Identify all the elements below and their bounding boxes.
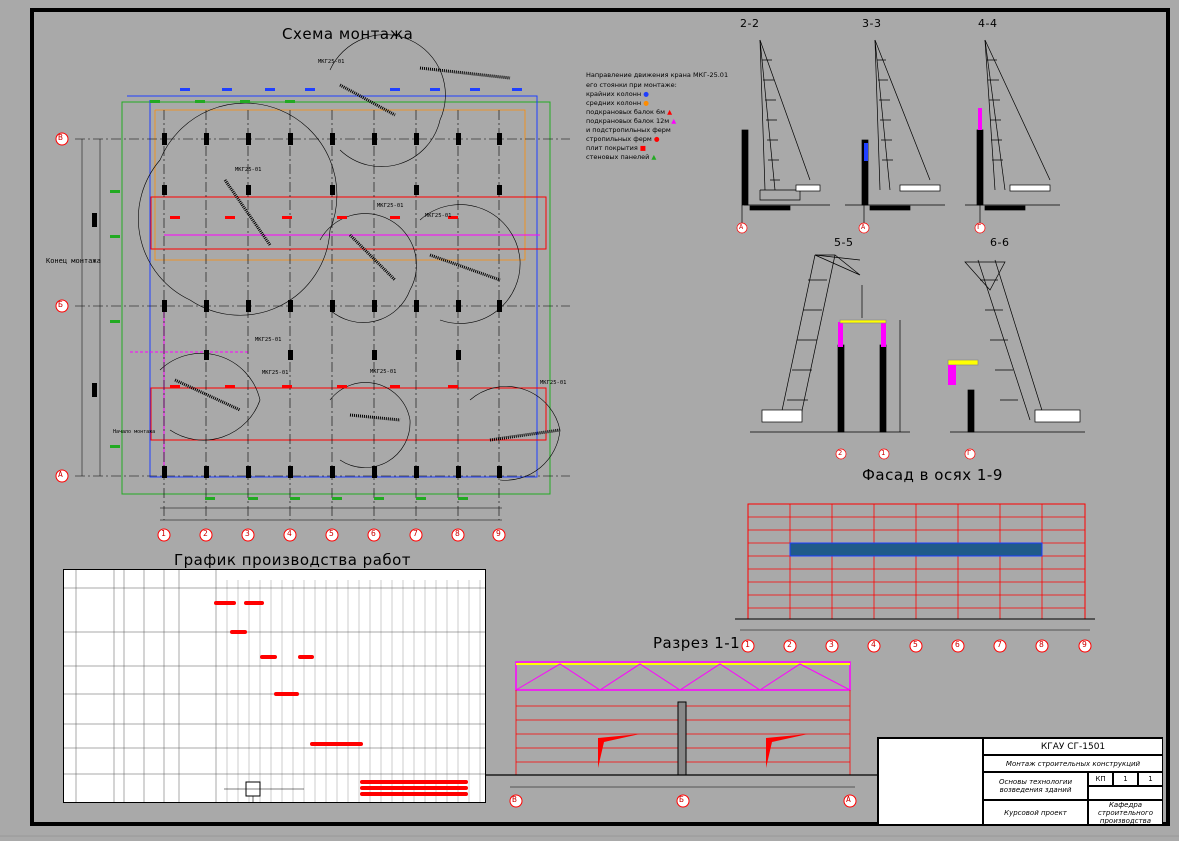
axis-label: 5 (913, 640, 918, 649)
section-5-title: 5-5 (834, 236, 854, 249)
legend-item: средних колонн ● (586, 99, 649, 107)
title-block: КГАУ СГ-1501 Монтаж строительных констру… (877, 737, 1163, 826)
crane-label: МКГ25-01 (425, 213, 452, 219)
title-block-description: Основы технологии возведения зданий (983, 772, 1088, 800)
title-block-signatures (878, 738, 983, 825)
sections-top (736, 39, 1060, 234)
title-block-stage: КП (1088, 772, 1113, 786)
axis-label: Б (679, 795, 684, 804)
facade-title: Фасад в осях 1-9 (862, 466, 1003, 484)
axis-label: А (861, 223, 866, 231)
axis-label: Г (967, 449, 972, 457)
axis-label: 4 (871, 640, 876, 649)
work-schedule-table (63, 569, 486, 803)
axis-label: Б (58, 300, 63, 309)
crane-label: МКГ25-01 (370, 369, 397, 375)
axis-label: 7 (997, 640, 1002, 649)
legend-item: и подстропильных ферм (586, 126, 671, 134)
mounting-plan: МКГ25-01 МКГ25-01 МКГ25-01 МКГ25-01 МКГ2… (55, 34, 570, 542)
axis-label: 5 (329, 529, 334, 538)
title-block-sheet: 1 (1113, 772, 1138, 786)
axis-label: 1 (881, 449, 886, 457)
facade-drawing (735, 503, 1095, 653)
axis-label: 4 (287, 529, 292, 538)
axis-label: 6 (371, 529, 376, 538)
legend-item: подкрановых балок 6м ▲ (586, 108, 673, 116)
legend-item: плит покрытия ■ (586, 144, 647, 152)
legend-item: стропильных ферм ● (586, 135, 660, 143)
axis-label: 9 (496, 529, 501, 538)
legend-heading: Направление движения крана МКГ-25.01 (586, 71, 729, 79)
axis-label: 9 (1082, 640, 1087, 649)
cut-drawing (485, 661, 880, 808)
start-of-mounting-label: Начало монтажа (113, 429, 156, 435)
crane-label: МКГ25-01 (540, 380, 567, 386)
axis-label: 2 (203, 529, 208, 538)
section-3-title: 3-3 (862, 17, 882, 30)
sections-middle (750, 254, 1085, 460)
axis-label: 2 (787, 640, 792, 649)
crane-label: МКГ25-01 (235, 167, 262, 173)
title-block-empty (1088, 786, 1163, 800)
section-2-title: 2-2 (740, 17, 760, 30)
axis-label: А (739, 223, 744, 231)
axis-label: 1 (161, 529, 166, 538)
title-block-sheets: 1 (1138, 772, 1163, 786)
section-6-title: 6-6 (990, 236, 1010, 249)
axis-label: 2 (838, 449, 843, 457)
axis-label: 8 (455, 529, 460, 538)
schedule-grid (64, 570, 485, 802)
cut-title: Разрез 1-1 (653, 634, 741, 652)
axis-label: 7 (413, 529, 418, 538)
title-block-project: Монтаж строительных конструкций (983, 755, 1163, 772)
legend-item: крайних колонн ● (586, 90, 649, 98)
crane-label: МКГ25-01 (377, 203, 404, 209)
crane-label: МКГ25-01 (318, 59, 345, 65)
mounting-scheme-title: Схема монтажа (282, 25, 414, 43)
axis-label: В (512, 795, 517, 804)
axis-label: В (58, 133, 63, 142)
section-4-title: 4-4 (978, 17, 998, 30)
crane-label: МКГ25-01 (262, 370, 289, 376)
axis-label: А (58, 470, 63, 479)
legend-subheading: его стоянки при монтаже: (586, 81, 677, 89)
end-of-mounting-label: Конец монтажа (46, 257, 101, 265)
axis-label: 3 (829, 640, 834, 649)
crane-label: МКГ25-01 (255, 337, 282, 343)
schedule-title: График производства работ (174, 551, 412, 569)
title-block-doctype: Курсовой проект (983, 800, 1088, 825)
axis-label: 3 (245, 529, 250, 538)
axis-label: А (846, 795, 851, 804)
axis-label: 1 (745, 640, 750, 649)
legend-item: стеновых панелей ▲ (586, 153, 657, 161)
axis-label: 8 (1039, 640, 1044, 649)
legend-item: подкрановых балок 12м ▲ (586, 117, 677, 125)
title-block-code: КГАУ СГ-1501 (983, 738, 1163, 755)
axis-label: 6 (955, 640, 960, 649)
axis-label: Г (977, 223, 982, 231)
title-block-org: Кафедра строительного производства (1088, 800, 1163, 825)
